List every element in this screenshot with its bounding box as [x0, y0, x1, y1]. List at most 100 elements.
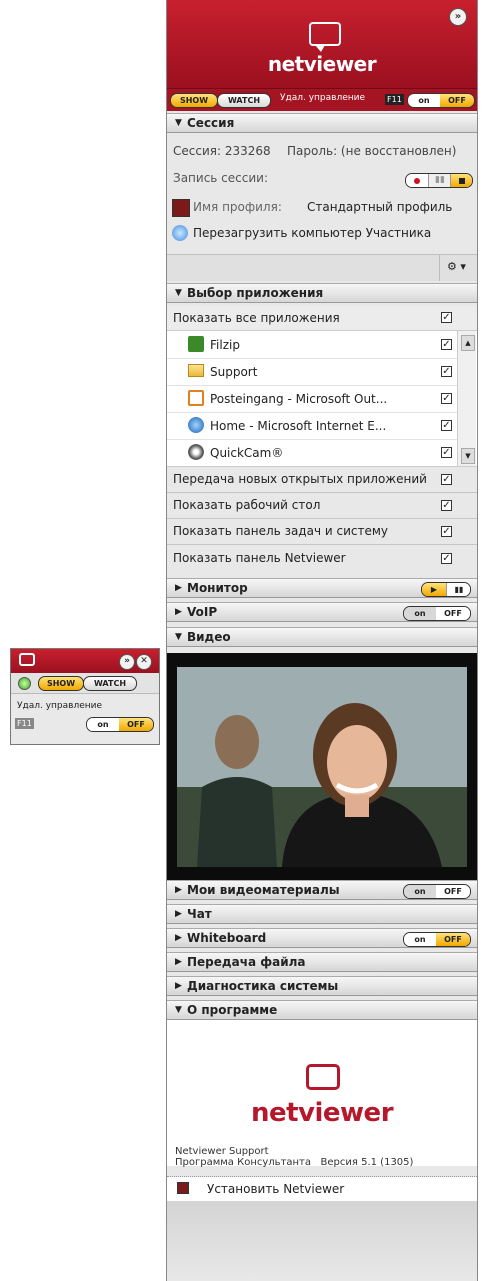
install-netviewer-link[interactable]: Установить Netviewer: [207, 1182, 344, 1196]
pause-button[interactable]: ▮▮: [428, 174, 451, 187]
section-title: Выбор приложения: [187, 286, 324, 300]
collapse-button[interactable]: »: [449, 8, 467, 26]
collapsed-arrow-icon: ▶: [175, 583, 182, 593]
whiteboard-toggle[interactable]: on OFF: [403, 932, 471, 947]
collapsed-arrow-icon: ▶: [175, 933, 182, 943]
app-label: Support: [210, 365, 258, 379]
session-id: Сессия: 233268: [173, 144, 271, 158]
recording-label: Запись сессии:: [173, 171, 268, 185]
restart-icon: [172, 225, 188, 241]
about-logo-bubble-icon: [306, 1064, 340, 1090]
app-checkbox[interactable]: ✓: [441, 339, 452, 350]
collapsed-arrow-icon: ▶: [175, 957, 182, 967]
show-taskbar-label: Показать панель задач и систему: [173, 524, 388, 538]
scroll-up-icon[interactable]: ▲: [461, 335, 475, 351]
mini-header: » ✕: [11, 649, 159, 673]
section-title: VoIP: [187, 605, 218, 619]
restart-label: Перезагрузить компьютер Участника: [193, 226, 432, 240]
remote-control-toggle[interactable]: on OFF: [407, 93, 475, 108]
section-title: О программе: [187, 1003, 278, 1017]
profile-value: Стандартный профиль: [307, 200, 453, 214]
mode-toolbar: SHOW WATCH Удал. управление F11 on OFF: [167, 88, 477, 111]
section-file-transfer[interactable]: ▶ Передача файла: [167, 952, 477, 972]
record-button[interactable]: [406, 174, 428, 187]
app-label: Filzip: [210, 338, 240, 352]
section-app-selection[interactable]: ▼ Выбор приложения: [167, 283, 477, 303]
collapsed-arrow-icon: ▶: [175, 607, 182, 617]
section-my-videos[interactable]: ▶ Мои видеоматериалы on OFF: [167, 880, 477, 900]
section-title: Мои видеоматериалы: [187, 883, 340, 897]
show-taskbar-checkbox[interactable]: ✓: [441, 526, 452, 537]
section-chat[interactable]: ▶ Чат: [167, 904, 477, 924]
list-item[interactable]: Posteingang - Microsoft Out... ✓: [167, 385, 457, 413]
list-item[interactable]: Home - Microsoft Internet E... ✓: [167, 412, 457, 440]
speech-bubble-logo-icon: [309, 22, 341, 52]
show-all-apps-checkbox[interactable]: ✓: [441, 312, 452, 323]
app-checkbox[interactable]: ✓: [441, 366, 452, 377]
f11-key-badge: F11: [385, 94, 404, 105]
app-label: Home - Microsoft Internet E...: [210, 419, 387, 433]
show-netviewer-panel-checkbox[interactable]: ✓: [441, 553, 452, 564]
play-icon[interactable]: ▶: [422, 583, 446, 596]
show-netviewer-panel-row: Показать панель Netviewer ✓: [167, 545, 477, 571]
stop-button[interactable]: [450, 174, 472, 187]
toggle-off-label: OFF: [436, 885, 470, 898]
install-netviewer-row[interactable]: Установить Netviewer: [167, 1177, 477, 1201]
app-logo: netviewer: [267, 52, 377, 76]
about-version: Программа Консультанта Версия 5.1 (1305): [175, 1157, 414, 1168]
section-voip[interactable]: ▶ VoIP on OFF: [167, 602, 477, 622]
section-whiteboard[interactable]: ▶ Whiteboard on OFF: [167, 928, 477, 948]
app-label: Posteingang - Microsoft Out...: [210, 392, 388, 406]
session-recording-row: Запись сессии: ▮▮: [167, 168, 477, 188]
list-item[interactable]: Support ✓: [167, 358, 457, 386]
expanded-arrow-icon: ▼: [175, 288, 182, 298]
folder-icon: [188, 364, 204, 377]
video-person-image: [177, 667, 467, 867]
transfer-new-apps-checkbox[interactable]: ✓: [441, 474, 452, 485]
toggle-on-label: on: [404, 933, 436, 946]
watch-button[interactable]: WATCH: [217, 93, 271, 108]
show-desktop-label: Показать рабочий стол: [173, 498, 321, 512]
show-desktop-row: Показать рабочий стол ✓: [167, 493, 477, 518]
app-checkbox[interactable]: ✓: [441, 393, 452, 404]
section-monitor[interactable]: ▶ Монитор ▶ ▮▮: [167, 578, 477, 598]
video-feed: [177, 667, 467, 867]
restart-participant-row[interactable]: Перезагрузить компьютер Участника: [167, 222, 477, 244]
voip-toggle[interactable]: on OFF: [403, 606, 471, 621]
section-title: Диагностика системы: [187, 979, 339, 993]
app-checkbox[interactable]: ✓: [441, 420, 452, 431]
gear-icon[interactable]: ⚙ ▾: [447, 260, 466, 273]
speech-bubble-logo-icon: [19, 653, 35, 666]
mini-remote-control-toggle[interactable]: on OFF: [86, 717, 154, 732]
section-diagnostics[interactable]: ▶ Диагностика системы: [167, 976, 477, 996]
monitor-play-pause[interactable]: ▶ ▮▮: [421, 582, 471, 597]
section-title: Чат: [187, 907, 212, 921]
session-password: Пароль: (не восстановлен): [287, 144, 457, 158]
app-checkbox[interactable]: ✓: [441, 447, 452, 458]
section-session[interactable]: ▼ Сессия: [167, 113, 477, 133]
section-about[interactable]: ▼ О программе: [167, 1000, 477, 1020]
collapsed-arrow-icon: ▶: [175, 885, 182, 895]
video-area: [167, 653, 477, 880]
expand-icon[interactable]: »: [119, 654, 135, 670]
my-videos-toggle[interactable]: on OFF: [403, 884, 471, 899]
show-desktop-checkbox[interactable]: ✓: [441, 500, 452, 511]
close-icon[interactable]: ✕: [136, 654, 152, 670]
f11-key-badge: F11: [15, 718, 34, 729]
list-item[interactable]: Filzip ✓: [167, 331, 457, 359]
scroll-down-icon[interactable]: ▼: [461, 448, 475, 464]
profile-row: Имя профиля: Стандартный профиль: [167, 196, 477, 218]
section-title: Видео: [187, 630, 231, 644]
toggle-on-label: on: [404, 607, 436, 620]
mini-control-widget: » ✕ SHOW WATCH Удал. управление F11 on O…: [10, 648, 160, 745]
toggle-on-label: on: [87, 718, 119, 731]
list-item[interactable]: QuickCam® ✓: [167, 439, 457, 466]
show-button[interactable]: SHOW: [170, 93, 218, 108]
app-list-scrollbar[interactable]: ▲ ▼: [457, 331, 476, 466]
show-button[interactable]: SHOW: [38, 676, 84, 691]
about-product-name: Netviewer Support: [175, 1146, 269, 1157]
about-content: netviewer Netviewer Support: [167, 1020, 477, 1166]
watch-button[interactable]: WATCH: [83, 676, 137, 691]
section-video[interactable]: ▼ Видео: [167, 627, 477, 647]
pause-icon[interactable]: ▮▮: [446, 583, 470, 596]
